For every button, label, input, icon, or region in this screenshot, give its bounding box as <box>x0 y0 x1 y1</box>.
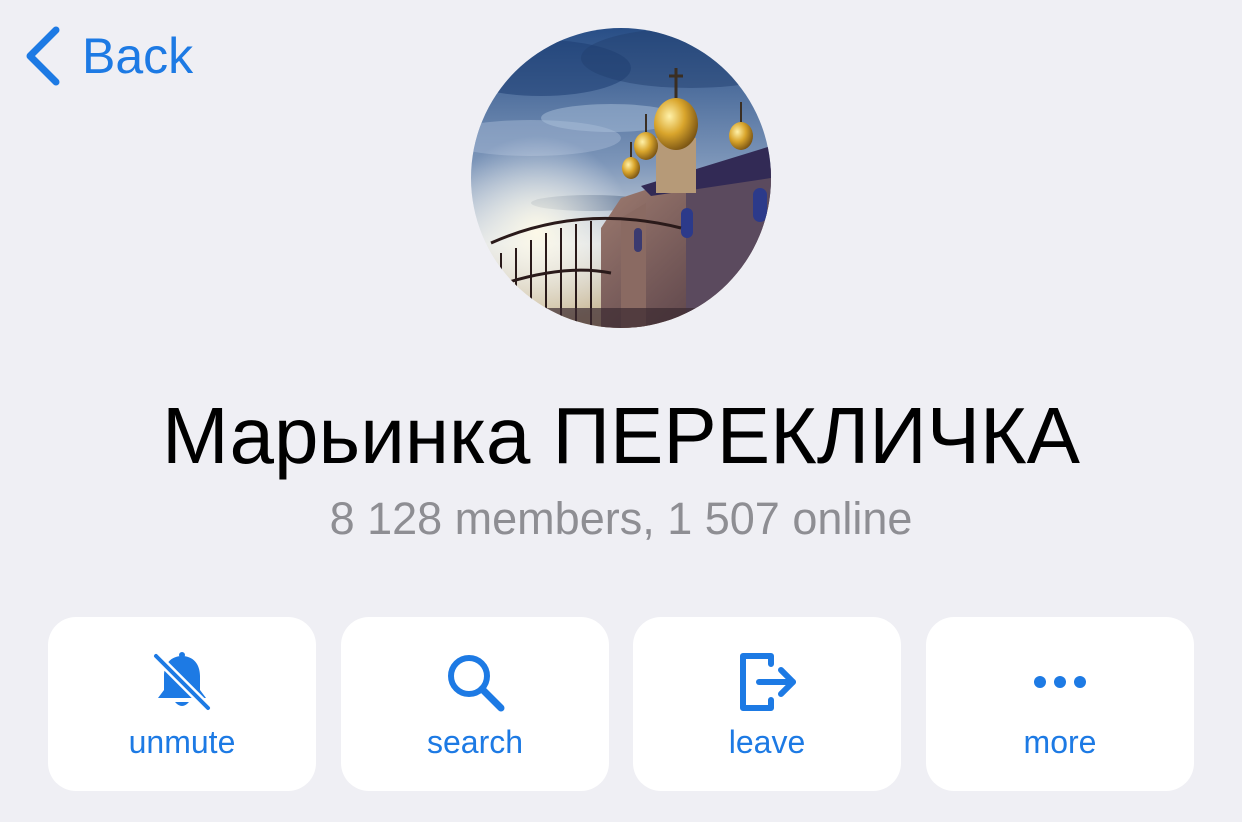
chevron-left-icon <box>22 24 62 88</box>
action-bar: unmute search leave more <box>48 617 1194 791</box>
search-label: search <box>426 724 524 760</box>
more-label: more <box>1023 724 1097 760</box>
bell-slash-icon <box>48 647 316 717</box>
leave-button[interactable]: leave <box>633 617 901 791</box>
ellipsis-icon <box>926 647 1194 717</box>
leave-icon <box>633 647 901 717</box>
magnifier-icon <box>341 647 609 717</box>
more-button[interactable]: more <box>926 617 1194 791</box>
member-count: 8 128 members, 1 507 online <box>329 493 913 544</box>
back-button[interactable]: Back <box>22 24 193 88</box>
leave-label: leave <box>728 724 806 760</box>
chat-title: Марьинка ПЕРЕКЛИЧКА <box>161 391 1080 480</box>
avatar[interactable] <box>471 28 771 328</box>
search-button[interactable]: search <box>341 617 609 791</box>
unmute-label: unmute <box>128 724 236 760</box>
church-photo <box>471 28 771 328</box>
back-label: Back <box>82 28 194 84</box>
unmute-button[interactable]: unmute <box>48 617 316 791</box>
